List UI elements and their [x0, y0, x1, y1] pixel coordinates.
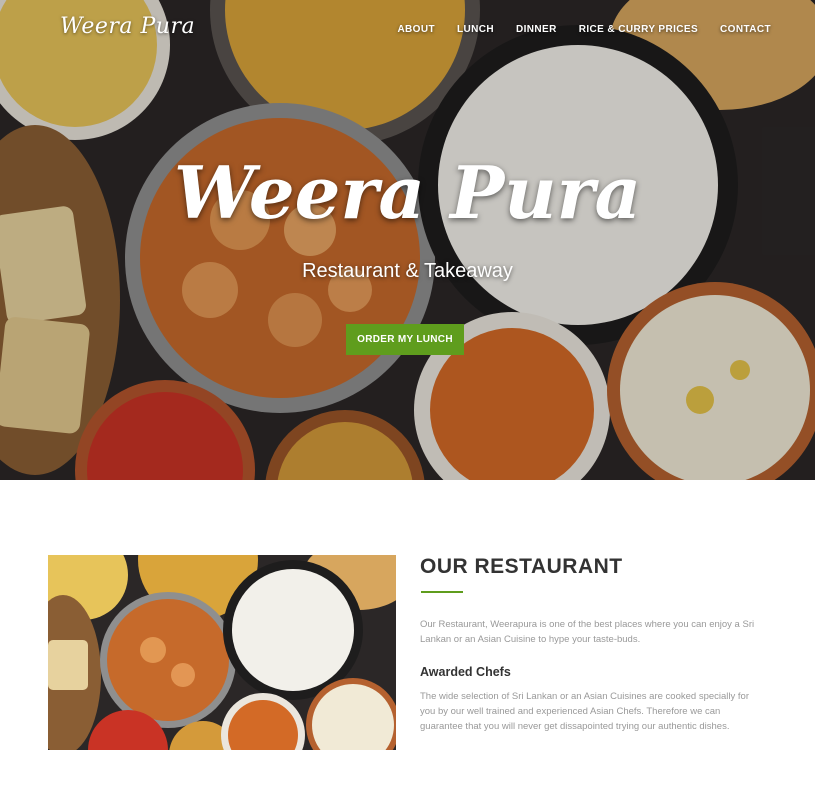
hero-subtitle: Restaurant & Takeaway [302, 260, 513, 282]
hero-overlay [0, 0, 815, 480]
title-divider [421, 591, 463, 593]
hero-section: Weera Pura ABOUT LUNCH DINNER RICE & CUR… [0, 0, 815, 480]
nav-item-rice-curry-prices[interactable]: RICE & CURRY PRICES [579, 24, 698, 35]
restaurant-description: Our Restaurant, Weerapura is one of the … [420, 619, 755, 645]
main-nav: ABOUT LUNCH DINNER RICE & CURRY PRICES C… [397, 24, 771, 35]
chefs-description: The wide selection of Sri Lankan or an A… [420, 691, 749, 732]
nav-item-dinner[interactable]: DINNER [516, 24, 557, 35]
section-title-awarded-chefs: Awarded Chefs [420, 665, 511, 679]
nav-item-contact[interactable]: CONTACT [720, 24, 771, 35]
hero-title: Weera Pura [173, 150, 642, 235]
restaurant-food-image [48, 555, 396, 750]
section-title-our-restaurant: OUR RESTAURANT [420, 555, 623, 578]
nav-item-lunch[interactable]: LUNCH [457, 24, 494, 35]
brand-logo[interactable]: Weera Pura [60, 14, 195, 39]
order-lunch-button[interactable]: ORDER MY LUNCH [346, 324, 464, 355]
nav-item-about[interactable]: ABOUT [397, 24, 435, 35]
